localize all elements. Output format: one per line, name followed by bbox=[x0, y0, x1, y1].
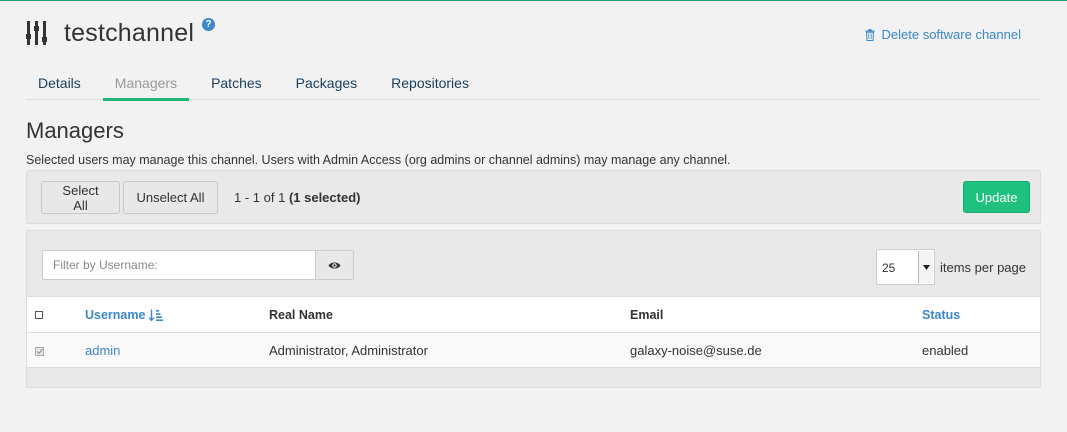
eye-icon bbox=[328, 262, 341, 268]
items-per-page-label: items per page bbox=[940, 259, 1026, 275]
tab-repositories[interactable]: Repositories bbox=[379, 72, 481, 100]
selection-toolbar: Select All Unselect All 1 - 1 of 1 (1 se… bbox=[26, 170, 1041, 224]
username-sort-link[interactable]: Username bbox=[85, 307, 164, 322]
section-description: Selected users may manage this channel. … bbox=[26, 153, 731, 167]
tab-details[interactable]: Details bbox=[26, 72, 93, 100]
real-name-cell: Administrator, Administrator bbox=[269, 332, 630, 368]
status-cell: enabled bbox=[922, 332, 1040, 368]
email-cell: galaxy-noise@suse.de bbox=[630, 332, 922, 368]
select-all-button[interactable]: Select All bbox=[41, 181, 120, 214]
pagination-info: 1 - 1 of 1 (1 selected) bbox=[234, 190, 360, 205]
section-title: Managers bbox=[26, 118, 124, 143]
software-channel-icon bbox=[26, 21, 47, 45]
tab-packages[interactable]: Packages bbox=[284, 72, 369, 100]
row-checkbox-cell bbox=[27, 332, 85, 368]
managers-table-panel: 25 items per page Username bbox=[26, 230, 1041, 388]
tab-managers[interactable]: Managers bbox=[102, 72, 190, 101]
column-status: Status bbox=[922, 296, 1040, 333]
select-all-checkbox[interactable] bbox=[35, 311, 43, 320]
delete-channel-label: Delete software channel bbox=[881, 27, 1021, 42]
select-all-header bbox=[27, 296, 85, 333]
username-cell: admin bbox=[85, 332, 269, 368]
username-link[interactable]: admin bbox=[85, 343, 120, 358]
status-sort-link[interactable]: Status bbox=[922, 308, 960, 322]
unselect-all-button[interactable]: Unselect All bbox=[123, 181, 218, 214]
table-header-row: Username Real Name Email Status bbox=[27, 296, 1040, 333]
tab-patches[interactable]: Patches bbox=[199, 72, 274, 100]
managers-table: Username Real Name Email Status admin Ad… bbox=[27, 296, 1040, 368]
delete-channel-link[interactable]: Delete software channel bbox=[865, 27, 1021, 42]
update-button[interactable]: Update bbox=[963, 181, 1030, 213]
items-per-page-value: 25 bbox=[882, 261, 896, 275]
items-per-page-select[interactable]: 25 bbox=[876, 249, 935, 285]
page-header: testchannel ? bbox=[26, 15, 216, 51]
table-row: admin Administrator, Administrator galax… bbox=[27, 332, 1040, 368]
pagination-range: 1 - 1 of 1 bbox=[234, 190, 286, 205]
channel-tabs: Details Managers Patches Packages Reposi… bbox=[26, 72, 1041, 101]
items-per-page: 25 items per page bbox=[876, 249, 1026, 285]
username-header-label: Username bbox=[85, 307, 146, 322]
sort-ascending-icon bbox=[149, 309, 164, 321]
username-filter bbox=[42, 250, 354, 280]
column-real-name: Real Name bbox=[269, 296, 630, 333]
help-icon[interactable]: ? bbox=[202, 17, 216, 31]
username-filter-input[interactable] bbox=[42, 250, 316, 280]
filter-toggle-button[interactable] bbox=[316, 250, 354, 280]
column-username: Username bbox=[85, 296, 269, 333]
trash-icon bbox=[865, 28, 875, 41]
chevron-down-icon bbox=[918, 251, 933, 283]
selected-count: (1 selected) bbox=[288, 190, 361, 205]
page-title: testchannel bbox=[64, 18, 195, 47]
column-email: Email bbox=[630, 296, 922, 333]
checked-disabled-checkbox-icon bbox=[35, 346, 44, 356]
